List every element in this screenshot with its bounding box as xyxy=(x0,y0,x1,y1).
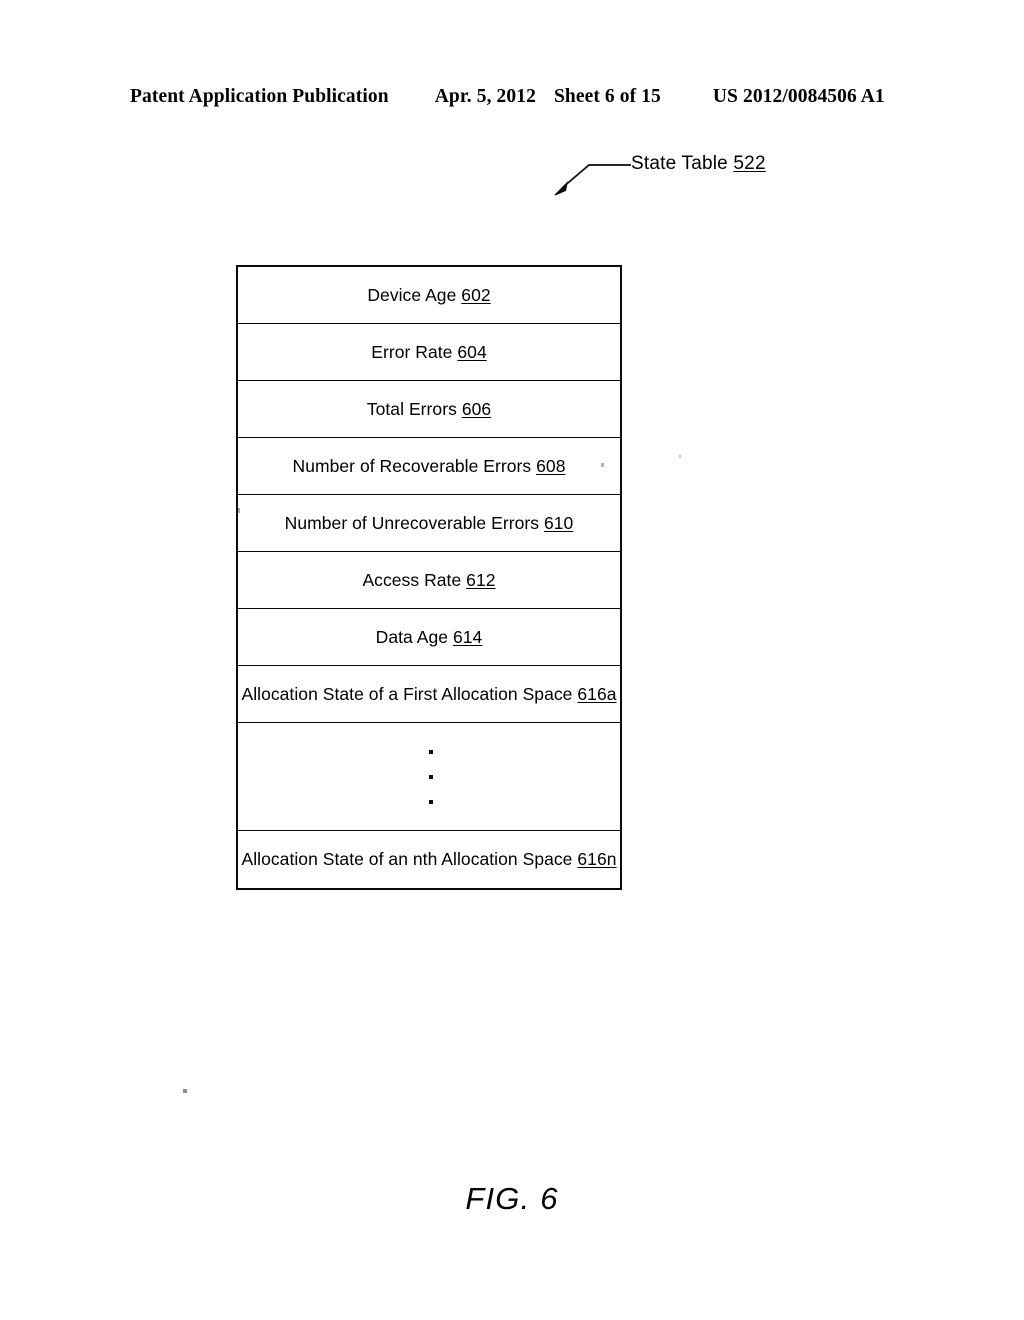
row-label: Number of Recoverable Errors xyxy=(292,455,532,476)
row-label: Allocation State of an nth Allocation Sp… xyxy=(241,849,573,869)
state-table-row-text: Error Rate 604 xyxy=(371,342,487,363)
state-table-row-text: Allocation State of a First Allocation S… xyxy=(241,684,616,705)
row-reference-numeral: 604 xyxy=(457,341,487,362)
header-publication-title: Patent Application Publication xyxy=(130,86,389,107)
state-table-row: Error Rate 604 xyxy=(238,324,620,381)
row-reference-numeral: 602 xyxy=(461,284,491,305)
row-reference-numeral: 608 xyxy=(536,455,566,476)
ellipsis-dot xyxy=(429,749,433,754)
header-sheet-number: Sheet 6 of 15 xyxy=(553,86,661,107)
ellipsis-dot xyxy=(429,799,433,804)
row-label: Number of Unrecoverable Errors xyxy=(284,512,540,533)
state-table-row: Device Age 602 xyxy=(238,267,620,324)
state-table-row-text: Number of Recoverable Errors 608 xyxy=(293,456,566,477)
row-label: Access Rate xyxy=(362,569,462,590)
state-table: Device Age 602 Error Rate 604 Total Erro… xyxy=(236,265,622,890)
state-table-row-text: Data Age 614 xyxy=(376,627,483,648)
row-label: Device Age xyxy=(367,284,457,305)
header-publication-date: Apr. 5, 2012 xyxy=(434,86,536,107)
callout-reference-numeral: 522 xyxy=(733,153,766,174)
state-table-callout-label: State Table 522 xyxy=(631,153,766,175)
state-table-row: Access Rate 612 xyxy=(238,552,620,609)
state-table-row: Data Age 614 xyxy=(238,609,620,666)
row-reference-numeral: 606 xyxy=(461,398,492,419)
row-label: Data Age xyxy=(375,626,449,647)
row-reference-numeral: 612 xyxy=(466,569,496,590)
row-reference-numeral: 616a xyxy=(577,683,617,704)
ellipsis-dot xyxy=(429,774,433,779)
scan-artifact-speck xyxy=(238,508,240,513)
callout-label-text: State Table xyxy=(631,153,728,174)
row-label: Total Errors xyxy=(366,398,457,419)
state-table-row-text: Number of Unrecoverable Errors 610 xyxy=(285,513,574,534)
state-table-row: Number of Unrecoverable Errors 610 xyxy=(238,495,620,552)
figure-caption: FIG. 6 xyxy=(465,1181,559,1216)
state-table-row-text: Access Rate 612 xyxy=(362,570,495,591)
scan-artifact-speck xyxy=(183,1089,187,1093)
scan-artifact-speck xyxy=(601,463,604,467)
state-table-row: Total Errors 606 xyxy=(238,381,620,438)
row-reference-numeral: 616n xyxy=(577,849,617,869)
scan-artifact-speck xyxy=(679,455,681,458)
state-table-row-text: Total Errors 606 xyxy=(367,399,491,420)
row-reference-numeral: 614 xyxy=(452,626,483,647)
state-table-row: Number of Recoverable Errors 608 xyxy=(238,438,620,495)
state-table-row: Allocation State of an nth Allocation Sp… xyxy=(238,831,620,888)
state-table-row-text: Device Age 602 xyxy=(367,285,490,306)
arrow-leader-line-icon xyxy=(554,164,631,196)
state-table-row-text: Allocation State of an nth Allocation Sp… xyxy=(241,849,616,870)
header-document-number: US 2012/0084506 A1 xyxy=(712,86,885,107)
page-header: Patent Application Publication Apr. 5, 2… xyxy=(130,86,894,112)
row-reference-numeral: 610 xyxy=(543,512,574,533)
row-label: Error Rate xyxy=(371,341,453,362)
row-label: Allocation State of a First Allocation S… xyxy=(241,683,573,704)
state-table-continuation-row xyxy=(238,723,620,831)
vertical-ellipsis-icon xyxy=(424,737,438,817)
state-table-row: Allocation State of a First Allocation S… xyxy=(238,666,620,723)
